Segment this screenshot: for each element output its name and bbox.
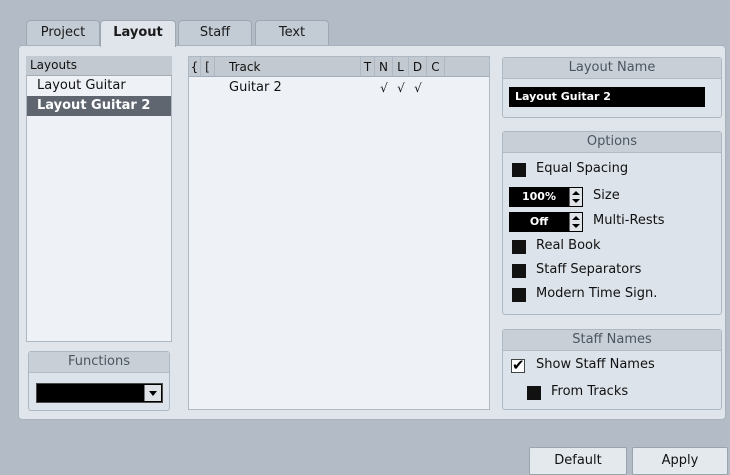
options-header: Options	[503, 132, 721, 153]
spin-arrows-icon[interactable]	[569, 188, 582, 206]
chevron-down-icon[interactable]	[144, 385, 161, 401]
layout-name-header: Layout Name	[503, 58, 721, 79]
apply-button[interactable]: Apply	[632, 447, 728, 475]
tab-staff[interactable]: Staff	[178, 20, 252, 46]
functions-value	[37, 386, 41, 400]
layouts-list[interactable]: Layout Guitar Layout Guitar 2	[26, 76, 172, 342]
multirests-value: Off	[529, 215, 549, 228]
track-table[interactable]: { [ Track T N L D C Guitar 2 √ √ √	[188, 56, 490, 410]
equal-spacing-label: Equal Spacing	[536, 161, 629, 176]
spin-arrows-icon[interactable]	[569, 213, 582, 231]
column-header-c[interactable]: C	[427, 57, 445, 77]
functions-header: Functions	[29, 352, 169, 373]
list-item-layout[interactable]: Layout Guitar 2	[27, 96, 171, 116]
size-spinbox[interactable]: 100%	[509, 187, 583, 207]
column-header-brace[interactable]: {	[189, 57, 201, 77]
column-header-bracket[interactable]: [	[201, 57, 215, 77]
n-checkmark[interactable]: √	[375, 79, 393, 97]
from-tracks-checkbox[interactable]	[527, 386, 541, 400]
c-cell[interactable]	[427, 79, 445, 97]
show-staff-names-checkbox[interactable]	[511, 356, 525, 374]
equal-spacing-checkbox[interactable]	[512, 163, 526, 177]
real-book-label: Real Book	[536, 238, 601, 253]
t-cell[interactable]	[361, 79, 375, 97]
modern-time-sign-checkbox[interactable]	[512, 288, 526, 302]
tab-project[interactable]: Project	[26, 20, 100, 46]
column-header-t[interactable]: T	[361, 57, 375, 77]
column-header-d[interactable]: D	[409, 57, 427, 77]
functions-dropdown[interactable]	[36, 383, 163, 403]
column-header-l[interactable]: L	[393, 57, 409, 77]
layout-name-field[interactable]: Layout Guitar 2	[509, 87, 705, 107]
staff-names-header: Staff Names	[503, 330, 721, 351]
real-book-checkbox[interactable]	[512, 240, 526, 254]
layouts-list-header: Layouts	[26, 56, 172, 76]
multirests-label: Multi-Rests	[593, 213, 665, 228]
size-value: 100%	[522, 190, 556, 203]
l-checkmark[interactable]: √	[393, 79, 409, 97]
track-name-cell: Guitar 2	[229, 80, 282, 95]
column-header-track[interactable]: Track	[215, 57, 361, 77]
show-staff-names-label: Show Staff Names	[536, 357, 655, 372]
column-header-n[interactable]: N	[375, 57, 393, 77]
size-label: Size	[593, 188, 620, 203]
list-item-layout[interactable]: Layout Guitar	[27, 76, 171, 96]
staff-separators-checkbox[interactable]	[512, 264, 526, 278]
from-tracks-label: From Tracks	[551, 384, 629, 399]
d-checkmark[interactable]: √	[409, 79, 427, 97]
modern-time-sign-label: Modern Time Sign.	[536, 286, 658, 301]
staff-separators-label: Staff Separators	[536, 262, 642, 277]
column-header-filler	[445, 57, 489, 77]
default-button[interactable]: Default	[529, 447, 627, 475]
multirests-spinbox[interactable]: Off	[509, 212, 583, 232]
tab-layout[interactable]: Layout	[100, 20, 176, 47]
tab-text[interactable]: Text	[255, 20, 329, 46]
